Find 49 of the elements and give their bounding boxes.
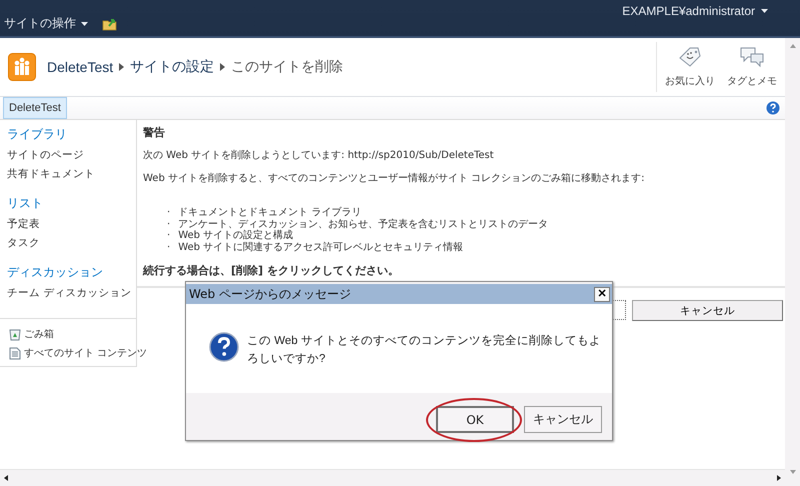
bullet-text: Web サイトの設定と構成 <box>178 230 294 242</box>
bullet-mark: · <box>167 230 170 242</box>
tag-smiley-icon <box>677 46 703 68</box>
dialog-title: Web ページからのメッセージ <box>189 286 351 302</box>
bullet-mark: · <box>167 207 170 218</box>
speech-bubbles-icon <box>739 46 765 68</box>
breadcrumb-link[interactable]: DeleteTest <box>47 59 114 75</box>
recycle-bin-icon <box>9 328 21 340</box>
nav-link[interactable]: 予定表 <box>7 217 136 231</box>
cancel-button[interactable]: キャンセル <box>524 406 602 433</box>
breadcrumb-link[interactable]: サイトの設定 <box>130 58 214 76</box>
breadcrumb-arrow-icon <box>119 63 124 71</box>
question-icon <box>209 332 239 362</box>
document-icon <box>9 346 21 360</box>
bullet-text: Web サイトに関連するアクセス許可レベルとセキュリティ情報 <box>178 242 464 253</box>
favorite-button[interactable]: お気に入り <box>661 42 719 92</box>
folder-arrow-icon[interactable] <box>102 17 118 31</box>
bullet-text: アンケート、ディスカッション、お知らせ、予定表を含むリストとリストのデータ <box>178 218 548 230</box>
tags-notes-button[interactable]: タグとメモ <box>723 42 781 92</box>
nav-link[interactable]: すべてのサイト コンテンツ <box>24 346 148 360</box>
site-logo-icon <box>8 53 36 81</box>
close-button[interactable]: ✕ <box>594 286 610 302</box>
bullet-mark: · <box>167 242 170 253</box>
dropdown-caret-icon[interactable] <box>761 9 768 13</box>
horizontal-scrollbar[interactable] <box>0 469 785 486</box>
help-icon[interactable] <box>766 101 780 115</box>
warning-text: 次の Web サイトを削除しようとしています: http://sp2010/Sub/DeleteTest <box>143 148 495 162</box>
nav-link[interactable]: チーム ディスカッション <box>7 286 136 300</box>
bullet-text: ドキュメントとドキュメント ライブラリ <box>178 207 362 218</box>
site-actions-menu[interactable]: サイトの操作 <box>4 15 76 32</box>
dialog-message: この Web サイトとそのすべてのコンテンツを完全に削除してもよろしいですか? <box>247 333 602 367</box>
site-tab[interactable]: DeleteTest <box>3 97 67 119</box>
nav-heading-link[interactable]: ディスカッション <box>7 264 136 281</box>
nav-link[interactable]: タスク <box>7 236 136 250</box>
nav-heading-link[interactable]: リスト <box>7 195 136 212</box>
cancel-button[interactable]: キャンセル <box>632 300 783 321</box>
ok-button[interactable]: OK <box>436 406 514 433</box>
dropdown-caret-icon[interactable] <box>81 22 88 26</box>
warning-text: Web サイトを削除すると、すべてのコンテンツとユーザー情報がサイト コレクションのごみ箱に移動されます: <box>143 172 646 185</box>
breadcrumb-arrow-icon <box>220 63 226 71</box>
user-menu[interactable]: EXAMPLE¥administrator <box>622 4 755 18</box>
nav-link[interactable]: ごみ箱 <box>24 327 54 341</box>
instruction-text: 続行する場合は、[削除] をクリックしてください。 <box>143 263 400 278</box>
nav-heading-link[interactable]: ライブラリ <box>7 126 136 143</box>
nav-link[interactable]: 共有ドキュメント <box>7 167 136 181</box>
warning-heading: 警告 <box>143 125 166 140</box>
vertical-scrollbar[interactable] <box>785 38 800 486</box>
bullet-mark: · <box>167 218 170 230</box>
nav-link[interactable]: サイトのページ <box>7 148 136 162</box>
